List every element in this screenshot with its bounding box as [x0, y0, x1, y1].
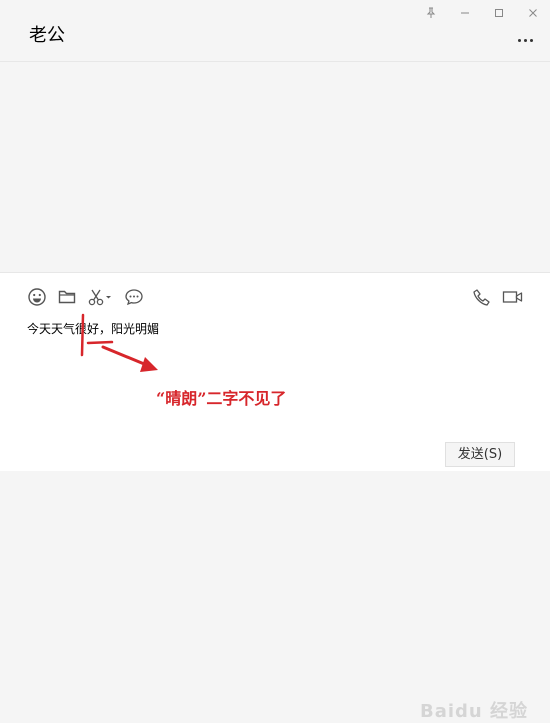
emoji-icon[interactable] [27, 287, 47, 307]
chat-history-icon[interactable] [124, 287, 144, 307]
phone-icon[interactable] [472, 287, 492, 307]
message-area [0, 62, 550, 272]
more-dots-icon[interactable] [518, 36, 538, 44]
annotation-text: “晴朗”二字不见了 [156, 389, 287, 408]
send-button[interactable]: 发送(S) [445, 442, 515, 467]
folder-icon[interactable] [57, 287, 77, 307]
chat-header: 老公 [0, 0, 550, 62]
chat-title: 老公 [29, 25, 65, 46]
video-icon[interactable] [502, 287, 524, 307]
baidu-watermark: Baidu 经验 [420, 701, 529, 722]
message-input[interactable]: 今天天气很好，阳光明媚 [27, 319, 507, 341]
input-area: 今天天气很好，阳光明媚 Baidu 经验 发送(S) [0, 272, 550, 722]
scissors-icon[interactable] [87, 287, 115, 307]
